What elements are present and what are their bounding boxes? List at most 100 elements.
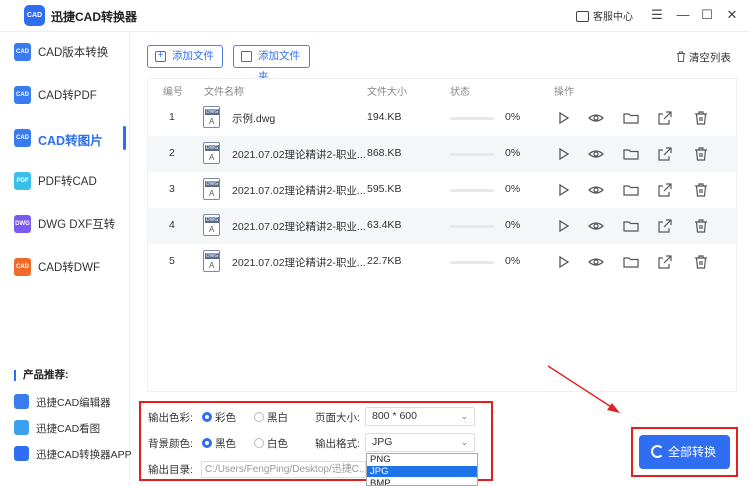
share-icon[interactable]	[656, 253, 674, 271]
dwg-file-icon: DWG A	[203, 214, 220, 236]
bg-label: 背景颜色:	[148, 438, 193, 450]
table-row[interactable]: 1 DWG A 示例.dwg 194.KB 0%	[148, 100, 738, 136]
sidebar-item-1[interactable]: CAD CAD转PDF	[0, 75, 130, 115]
sidebar-item-label: DWG DXF互转	[38, 219, 116, 231]
sidebar-item-4[interactable]: DWG DWG DXF互转	[0, 204, 130, 244]
dir-label: 输出目录:	[148, 464, 193, 476]
restore-button[interactable]: ☐	[697, 5, 717, 25]
play-icon[interactable]	[554, 145, 572, 163]
trash-icon	[677, 51, 685, 62]
progress-bar	[450, 153, 494, 156]
progress-percent: 0%	[505, 219, 521, 231]
share-icon[interactable]	[656, 181, 674, 199]
file-size: 194.KB	[367, 111, 402, 123]
progress-percent: 0%	[505, 255, 521, 267]
folder-icon[interactable]	[622, 181, 640, 199]
format-select[interactable]: JPG ⌄	[365, 433, 475, 452]
sidebar-item-3[interactable]: PDF PDF转CAD	[0, 161, 130, 201]
menu-button[interactable]: ☰	[647, 5, 667, 25]
file-name: 2021.07.02理论精讲2-职业...	[232, 185, 366, 197]
product-icon	[14, 394, 29, 409]
sidebar-item-0[interactable]: CAD CAD版本转换	[0, 32, 130, 72]
customer-service-label: 客服中心	[593, 12, 633, 23]
eye-icon[interactable]	[587, 181, 605, 199]
add-file-label: 添加文件	[172, 50, 214, 62]
trash-icon[interactable]	[692, 217, 710, 235]
eye-icon[interactable]	[587, 145, 605, 163]
format-value: JPG	[372, 436, 393, 448]
file-size: 63.4KB	[367, 219, 402, 231]
sidebar-item-5[interactable]: CAD CAD转DWF	[0, 247, 130, 287]
row-num: 3	[169, 183, 175, 195]
trash-icon[interactable]	[692, 109, 710, 127]
progress-bar	[450, 225, 494, 228]
format-option-bmp[interactable]: BMP	[367, 478, 477, 485]
radio-color[interactable]	[202, 412, 212, 422]
customer-service-button[interactable]: 客服中心	[576, 8, 633, 23]
recommend-title: 产品推荐:	[14, 370, 69, 381]
radio-black[interactable]	[202, 438, 212, 448]
sidebar-item-2[interactable]: CAD CAD转图片	[0, 118, 130, 158]
play-icon[interactable]	[554, 181, 572, 199]
file-table: 编号 文件名称 文件大小 状态 操作 1 DWG A 示例.dwg 194.KB 0% 2 D…	[147, 78, 738, 392]
add-file-button[interactable]: + 添加文件	[147, 45, 223, 68]
format-option-jpg[interactable]: JPG	[367, 466, 477, 477]
dwg-file-icon: DWG A	[203, 106, 220, 128]
table-header: 编号 文件名称 文件大小 状态 操作	[148, 79, 738, 101]
sidebar-item-label: CAD转DWF	[38, 262, 100, 274]
row-num: 2	[169, 147, 175, 159]
chevron-down-icon: ⌄	[460, 437, 468, 447]
convert-all-button[interactable]: 全部转换	[639, 435, 730, 469]
eye-icon[interactable]	[587, 109, 605, 127]
radio-white[interactable]	[254, 438, 264, 448]
eye-icon[interactable]	[587, 253, 605, 271]
trash-icon[interactable]	[692, 253, 710, 271]
play-icon[interactable]	[554, 217, 572, 235]
product-icon	[14, 446, 29, 461]
sidebar-item-label: CAD转PDF	[38, 90, 97, 102]
sidebar: CAD CAD版本转换 CAD CAD转PDF CAD CAD转图片 PDF PDF转CAD D…	[0, 32, 132, 486]
share-icon[interactable]	[656, 145, 674, 163]
page-size-select[interactable]: 800 * 600 ⌄	[365, 407, 475, 426]
format-dropdown-list: PNG JPG BMP	[366, 453, 478, 486]
trash-icon[interactable]	[692, 145, 710, 163]
app-title: 迅捷CAD转换器	[51, 10, 137, 24]
header-actions: 操作	[554, 87, 574, 98]
table-row[interactable]: 5 DWG A 2021.07.02理论精讲2-职业... 22.7KB 0%	[148, 244, 738, 280]
add-folder-button[interactable]: 添加文件夹	[233, 45, 310, 83]
row-num: 1	[169, 111, 175, 123]
page-size-value: 800 * 600	[372, 410, 417, 422]
dwg-file-icon: DWG A	[203, 250, 220, 272]
trash-icon[interactable]	[692, 181, 710, 199]
folder-icon[interactable]	[622, 217, 640, 235]
table-row[interactable]: 2 DWG A 2021.07.02理论精讲2-职业... 868.KB 0%	[148, 136, 738, 172]
chat-icon	[576, 11, 589, 22]
close-button[interactable]: ✕	[722, 5, 742, 25]
eye-icon[interactable]	[587, 217, 605, 235]
folder-icon[interactable]	[622, 145, 640, 163]
file-name: 2021.07.02理论精讲2-职业...	[232, 149, 366, 161]
table-row[interactable]: 3 DWG A 2021.07.02理论精讲2-职业... 595.KB 0%	[148, 172, 738, 208]
play-icon[interactable]	[554, 109, 572, 127]
nav-app-icon: CAD	[14, 129, 31, 147]
folder-icon[interactable]	[622, 253, 640, 271]
nav-app-icon: PDF	[14, 172, 31, 190]
output-dir-input[interactable]: C:/Users/FengPing/Desktop/迅捷C...	[201, 461, 366, 478]
format-option-png[interactable]: PNG	[367, 454, 477, 465]
clear-list-label: 清空列表	[688, 52, 731, 64]
clear-list-button[interactable]: 清空列表	[676, 50, 731, 65]
header-status: 状态	[450, 87, 470, 98]
table-row[interactable]: 4 DWG A 2021.07.02理论精讲2-职业... 63.4KB 0%	[148, 208, 738, 244]
dwg-file-icon: DWG A	[203, 142, 220, 164]
header-name: 文件名称	[204, 87, 244, 98]
share-icon[interactable]	[656, 217, 674, 235]
share-icon[interactable]	[656, 109, 674, 127]
minimize-button[interactable]: —	[673, 5, 693, 25]
row-num: 4	[169, 219, 175, 231]
app-logo: CAD	[24, 5, 45, 26]
radio-bw[interactable]	[254, 412, 264, 422]
play-icon[interactable]	[554, 253, 572, 271]
header-size: 文件大小	[367, 87, 407, 98]
file-size: 595.KB	[367, 183, 402, 195]
folder-icon[interactable]	[622, 109, 640, 127]
